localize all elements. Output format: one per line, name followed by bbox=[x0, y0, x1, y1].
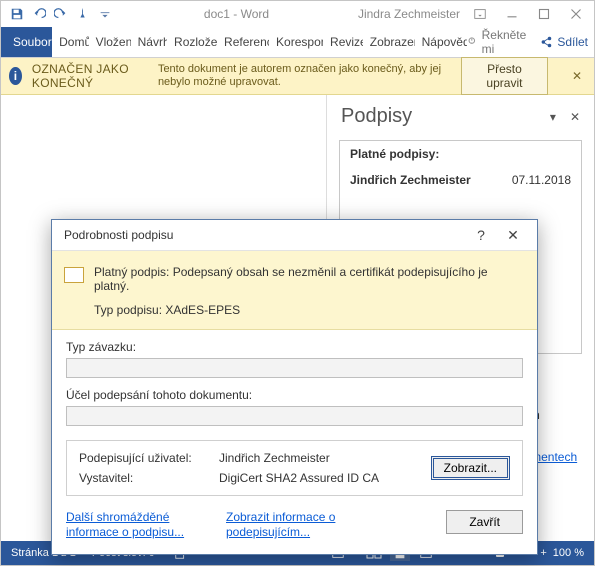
commitment-field bbox=[66, 358, 523, 378]
tab-layout[interactable]: Rozložení bbox=[167, 27, 217, 57]
tab-view[interactable]: Zobrazení bbox=[363, 27, 415, 57]
valid-signatures-header: Platné podpisy: bbox=[340, 141, 581, 167]
window-title: doc1 - Word bbox=[115, 7, 358, 21]
purpose-label: Účel podepsání tohoto dokumentu: bbox=[66, 388, 523, 402]
minimize-icon[interactable] bbox=[500, 4, 524, 24]
tab-references[interactable]: Reference bbox=[217, 27, 269, 57]
tell-me-search[interactable]: Řekněte mi bbox=[467, 28, 530, 56]
save-icon[interactable] bbox=[7, 4, 27, 24]
dialog-title: Podrobnosti podpisu bbox=[64, 228, 173, 242]
tab-mailings[interactable]: Korespondence bbox=[269, 27, 323, 57]
tab-help[interactable]: Nápověda bbox=[415, 27, 467, 57]
close-icon[interactable] bbox=[564, 4, 588, 24]
maximize-icon[interactable] bbox=[532, 4, 556, 24]
tell-me-label: Řekněte mi bbox=[482, 28, 530, 56]
info-icon: i bbox=[9, 67, 22, 85]
redo-icon[interactable] bbox=[51, 4, 71, 24]
pane-menu-icon[interactable]: ▾ bbox=[550, 110, 556, 124]
marked-final-badge: OZNAČEN JAKO KONEČNÝ bbox=[32, 62, 148, 90]
more-signature-info-link[interactable]: Další shromážděné informace o podpisu... bbox=[66, 510, 196, 540]
edit-anyway-button[interactable]: Přesto upravit bbox=[461, 57, 548, 95]
zoom-in-button[interactable]: + bbox=[540, 547, 546, 559]
tab-insert[interactable]: Vložení bbox=[89, 27, 131, 57]
dialog-help-button[interactable]: ? bbox=[465, 223, 497, 247]
purpose-field bbox=[66, 406, 523, 426]
issuer-value: DigiCert SHA2 Assured ID CA bbox=[219, 471, 431, 485]
qat-more-icon[interactable] bbox=[95, 4, 115, 24]
signature-details-dialog: Podrobnosti podpisu ? ✕ Platný podpis: P… bbox=[51, 219, 538, 555]
ribbon-options-icon[interactable] bbox=[468, 4, 492, 24]
signature-date: 07.11.2018 bbox=[512, 173, 571, 187]
user-name: Jindra Zechmeister bbox=[358, 7, 460, 21]
tab-file[interactable]: Soubor bbox=[1, 27, 52, 57]
tab-design[interactable]: Návrh bbox=[131, 27, 167, 57]
signer-info-link[interactable]: Zobrazit informace o podepisujícím... bbox=[226, 510, 356, 540]
certificate-icon bbox=[64, 267, 84, 283]
signature-type-text: Typ podpisu: XAdES-EPES bbox=[94, 303, 525, 317]
signer-name: Jindřich Zechmeister bbox=[350, 173, 512, 187]
valid-signature-text: Platný podpis: Podepsaný obsah se nezměn… bbox=[94, 265, 525, 293]
signer-value: Jindřich Zechmeister bbox=[219, 451, 431, 465]
touch-mode-icon[interactable] bbox=[73, 4, 93, 24]
tab-review[interactable]: Revize bbox=[323, 27, 363, 57]
marked-final-desc: Tento dokument je autorem označen jako k… bbox=[158, 63, 451, 89]
dialog-close-icon[interactable]: ✕ bbox=[497, 223, 529, 247]
zoom-level[interactable]: 100 % bbox=[553, 547, 584, 559]
share-button[interactable]: Sdílet bbox=[539, 35, 588, 49]
issuer-label: Vystavitel: bbox=[79, 471, 219, 485]
infobar-close-icon[interactable]: ✕ bbox=[568, 69, 586, 83]
pane-close-icon[interactable]: ✕ bbox=[570, 110, 580, 124]
signature-row[interactable]: Jindřich Zechmeister 07.11.2018 bbox=[340, 167, 581, 193]
signatures-pane-title: Podpisy bbox=[341, 105, 550, 128]
commitment-label: Typ závazku: bbox=[66, 340, 523, 354]
undo-icon[interactable] bbox=[29, 4, 49, 24]
share-label: Sdílet bbox=[557, 35, 588, 49]
show-button[interactable]: Zobrazit... bbox=[431, 456, 510, 480]
close-button[interactable]: Zavřít bbox=[446, 510, 523, 534]
tab-home[interactable]: Domů bbox=[52, 27, 88, 57]
signer-label: Podepisující uživatel: bbox=[79, 451, 219, 465]
